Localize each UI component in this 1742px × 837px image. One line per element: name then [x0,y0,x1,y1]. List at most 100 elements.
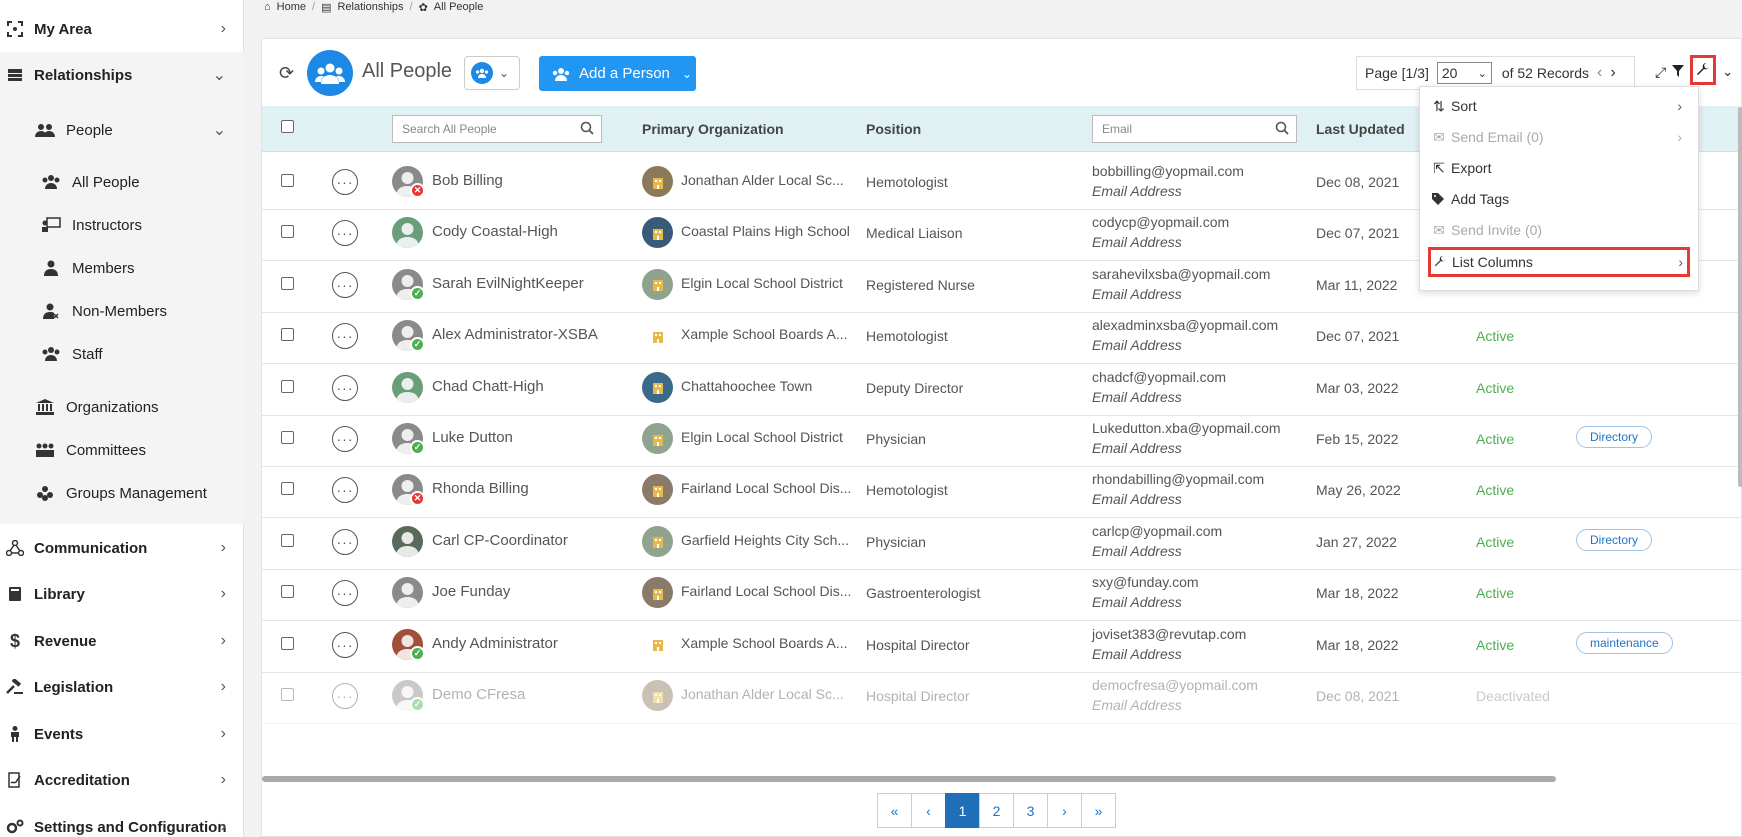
table-row[interactable]: ··· ✓ Andy Administrator Xample School Boar… [262,616,1742,673]
more-options-icon[interactable]: ··· [332,631,358,658]
table-row[interactable]: ··· ✓ Alex Administrator-XSBA Xample School… [262,307,1742,365]
sidebar-item-accreditation[interactable]: Accreditation › [0,767,244,793]
sidebar-item-library[interactable]: Library › [0,581,244,607]
menu-item-add-tags[interactable]: Add Tags [1430,187,1686,211]
table-row[interactable]: ··· Carl CP-Coordinator Garfield Heights C… [262,513,1742,570]
table-row[interactable]: ··· Joe Funday Fairland Local School Dis..… [262,564,1742,622]
sidebar-item-settings[interactable]: Settings and Configuration › [0,814,244,837]
row-checkbox[interactable] [281,636,294,650]
email[interactable]: sarahevilxsba@yopmail.com [1092,266,1270,282]
email[interactable]: bobbilling@yopmail.com [1092,163,1244,179]
primary-organization[interactable]: Fairland Local School Dis... [681,480,851,496]
sidebar-item-communication[interactable]: Communication › [0,535,244,561]
row-checkbox[interactable] [281,482,294,496]
row-checkbox[interactable] [281,276,294,290]
last-page-button[interactable]: » [1081,793,1116,828]
email[interactable]: democfresa@yopmail.com [1092,677,1258,693]
primary-organization[interactable]: Jonathan Alder Local Sc... [681,686,844,702]
person-name[interactable]: Demo CFresa [432,686,525,703]
primary-organization[interactable]: Xample School Boards A... [681,326,848,342]
next-page-icon[interactable]: › [1610,64,1615,82]
breadcrumb-relationships[interactable]: Relationships [337,1,403,13]
more-options-icon[interactable]: ··· [332,528,358,555]
more-options-icon[interactable]: ··· [332,220,358,247]
vertical-scrollbar[interactable] [1738,107,1742,487]
primary-organization[interactable]: Elgin Local School District [681,275,843,291]
sidebar-item-revenue[interactable]: $ Revenue › [0,628,244,654]
search-input[interactable]: Search All People [392,115,602,143]
table-row[interactable]: ··· ✕ Rhonda Billing Fairland Local School … [262,461,1742,519]
more-options-icon[interactable]: ··· [332,169,358,195]
email[interactable]: codycp@yopmail.com [1092,214,1229,230]
next-page-button[interactable]: › [1047,793,1082,828]
wrench-icon[interactable] [1690,55,1717,85]
primary-organization[interactable]: Elgin Local School District [681,429,843,445]
table-row[interactable]: ··· ✓ Luke Dutton Elgin Local School Distri… [262,410,1742,467]
chevron-down-icon[interactable]: ⌄ [1722,64,1733,80]
sidebar-item-non-members[interactable]: Non-Members [0,298,244,324]
person-name[interactable]: Alex Administrator-XSBA [432,326,598,343]
person-name[interactable]: Sarah EvilNightKeeper [432,275,584,292]
person-name[interactable]: Rhonda Billing [432,480,529,497]
prev-page-icon[interactable]: ‹ [1597,64,1602,82]
more-options-icon[interactable]: ··· [332,323,358,350]
more-options-icon[interactable]: ··· [332,683,358,709]
person-name[interactable]: Chad Chatt-High [432,378,544,395]
page-size-select[interactable]: 20 ⌄ [1436,62,1492,84]
primary-organization[interactable]: Xample School Boards A... [681,635,848,651]
person-name[interactable]: Joe Funday [432,583,510,600]
more-options-icon[interactable]: ··· [332,477,358,504]
col-position[interactable]: Position [866,121,921,137]
sidebar-item-relationships[interactable]: Relationships ⌄ [0,62,244,88]
row-checkbox[interactable] [281,533,294,547]
menu-item-export[interactable]: ⇱ Export [1430,156,1686,180]
menu-item-sort[interactable]: ⇅ Sort › [1430,94,1686,118]
row-checkbox[interactable] [281,688,294,701]
person-name[interactable]: Cody Coastal-High [432,223,558,240]
sidebar-item-legislation[interactable]: Legislation › [0,674,244,700]
menu-item-send-email[interactable]: ✉ Send Email (0) › [1430,125,1686,149]
person-name[interactable]: Bob Billing [432,172,503,189]
prev-page-button[interactable]: ‹ [911,793,946,828]
email[interactable]: chadcf@yopmail.com [1092,369,1226,385]
sidebar-item-all-people[interactable]: All People [0,169,244,195]
sidebar-item-staff[interactable]: Staff [0,341,244,367]
menu-item-send-invite[interactable]: ✉ Send Invite (0) [1430,218,1686,242]
primary-organization[interactable]: Coastal Plains High School [681,223,850,239]
sidebar-item-members[interactable]: Members [0,255,244,281]
person-name[interactable]: Andy Administrator [432,635,558,652]
sidebar-item-organizations[interactable]: Organizations [0,394,244,420]
email[interactable]: sxy@funday.com [1092,574,1199,590]
view-select[interactable]: ⌄ [464,56,520,90]
refresh-icon[interactable]: ⟳ [279,63,294,84]
tag-badge[interactable]: Directory [1576,528,1653,551]
row-checkbox[interactable] [281,585,294,599]
menu-item-list-columns[interactable]: List Columns › [1428,247,1690,277]
email[interactable]: carlcp@yopmail.com [1092,523,1222,539]
tag-badge[interactable]: maintenance [1576,631,1673,654]
email[interactable]: joviset383@revutap.com [1092,626,1246,642]
sidebar-item-groups-management[interactable]: Groups Management [0,480,244,506]
page-2-button[interactable]: 2 [979,793,1014,828]
more-options-icon[interactable]: ··· [332,374,358,401]
row-checkbox[interactable] [281,174,294,187]
row-checkbox[interactable] [281,431,294,444]
table-row[interactable]: ··· Chad Chatt-High Chattahoochee Town Depu… [262,359,1742,416]
person-name[interactable]: Luke Dutton [432,429,513,446]
first-page-button[interactable]: « [877,793,912,828]
filter-icon[interactable] [1672,64,1685,80]
more-options-icon[interactable]: ··· [332,271,358,298]
row-checkbox[interactable] [281,328,294,342]
email[interactable]: Lukedutton.xba@yopmail.com [1092,420,1281,436]
add-person-button[interactable]: Add a Person ⌄ [539,56,696,91]
email-search-input[interactable]: Email [1092,115,1297,143]
tag-badge[interactable]: Directory [1576,426,1653,448]
email[interactable]: alexadminxsba@yopmail.com [1092,317,1278,333]
row-checkbox[interactable] [281,225,294,239]
col-last-updated[interactable]: Last Updated [1316,121,1405,137]
row-checkbox[interactable] [281,379,294,393]
person-name[interactable]: Carl CP-Coordinator [432,532,568,549]
sidebar-item-people[interactable]: People ⌄ [0,117,244,143]
sidebar-item-my-area[interactable]: My Area › [0,16,244,42]
email[interactable]: rhondabilling@yopmail.com [1092,471,1264,487]
